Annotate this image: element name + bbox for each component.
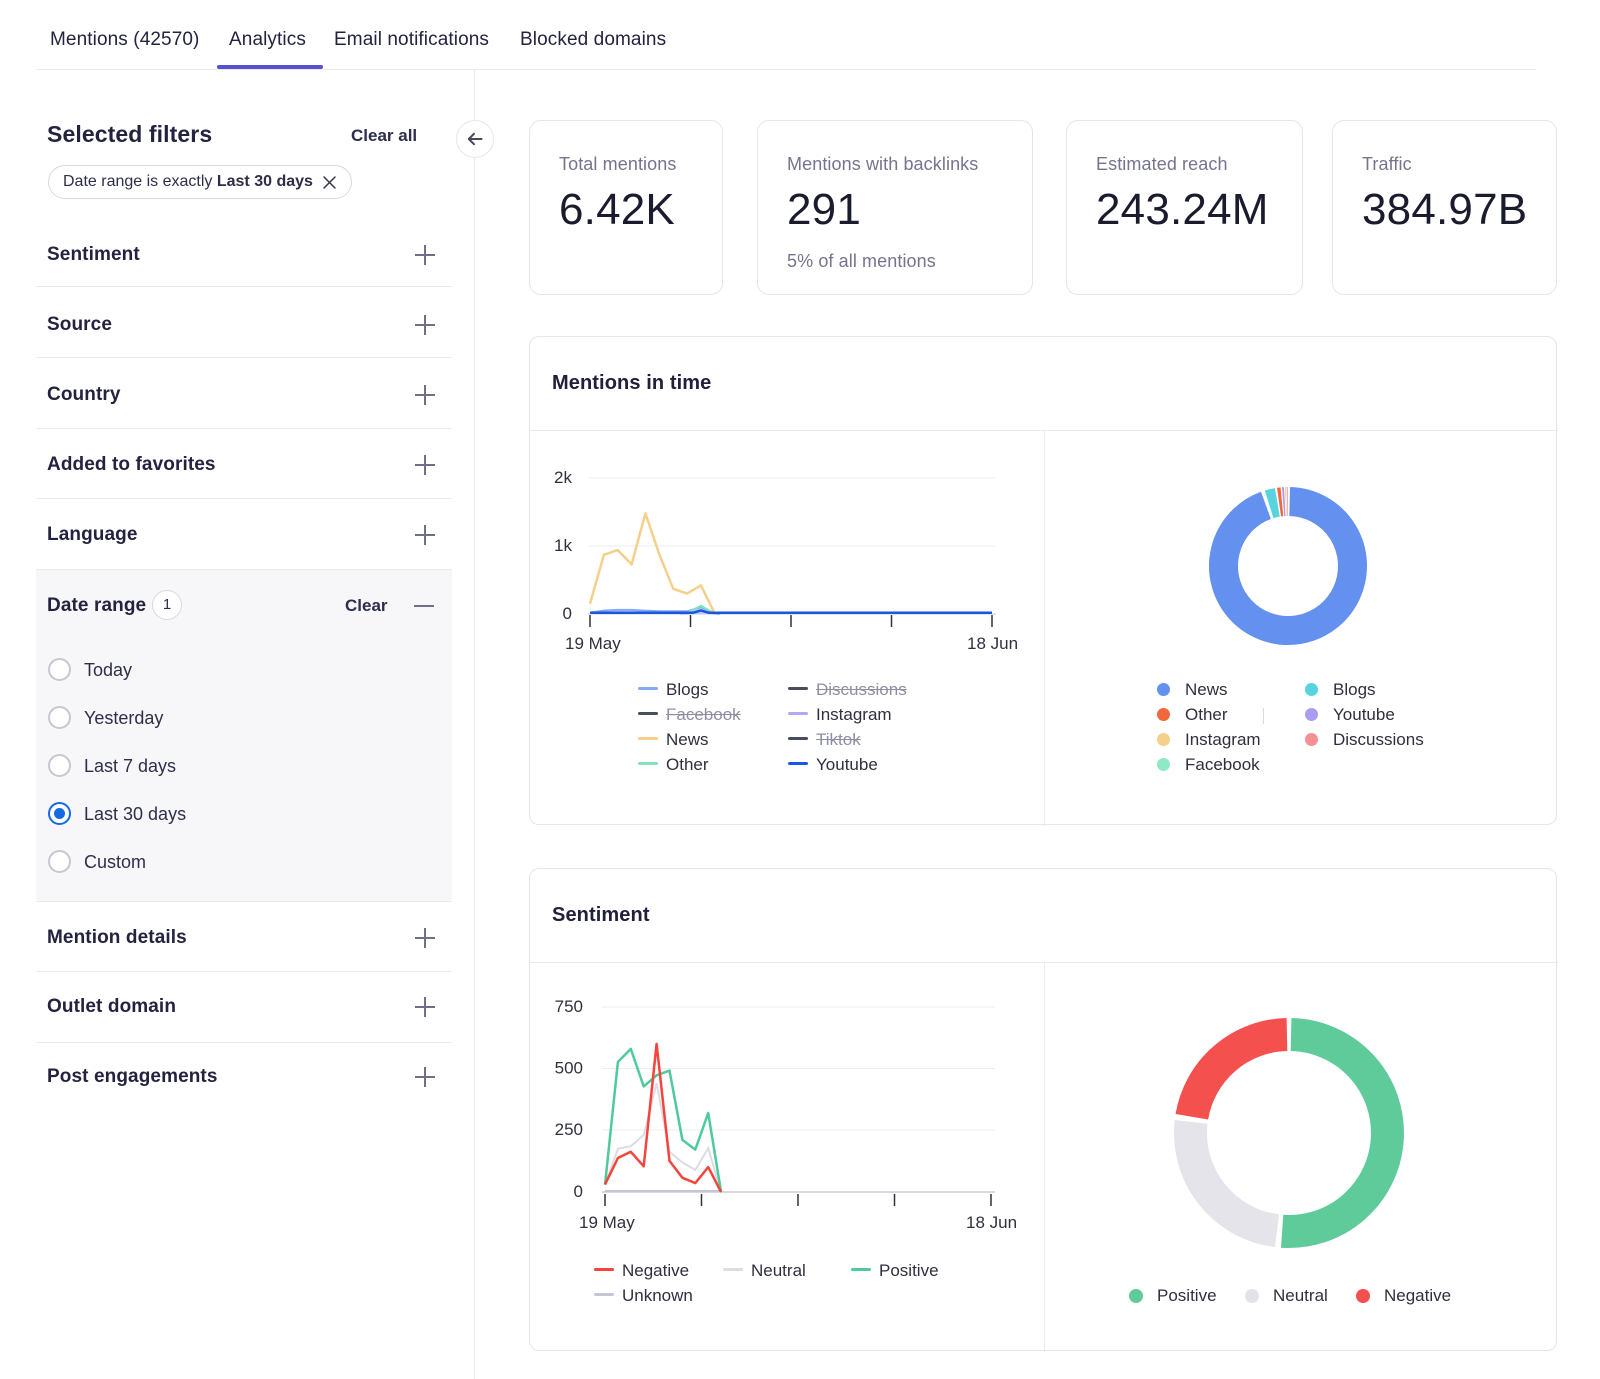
svg-text:18 Jun: 18 Jun bbox=[966, 1213, 1017, 1232]
svg-text:0: 0 bbox=[574, 1182, 583, 1201]
svg-text:2k: 2k bbox=[554, 468, 572, 487]
svg-text:19 May: 19 May bbox=[579, 1213, 635, 1232]
svg-text:18 Jun: 18 Jun bbox=[967, 634, 1018, 653]
svg-text:19 May: 19 May bbox=[565, 634, 621, 653]
svg-text:250: 250 bbox=[555, 1120, 583, 1139]
svg-text:750: 750 bbox=[555, 997, 583, 1016]
svg-text:1k: 1k bbox=[554, 536, 572, 555]
svg-text:0: 0 bbox=[563, 604, 572, 623]
svg-text:500: 500 bbox=[555, 1059, 583, 1078]
